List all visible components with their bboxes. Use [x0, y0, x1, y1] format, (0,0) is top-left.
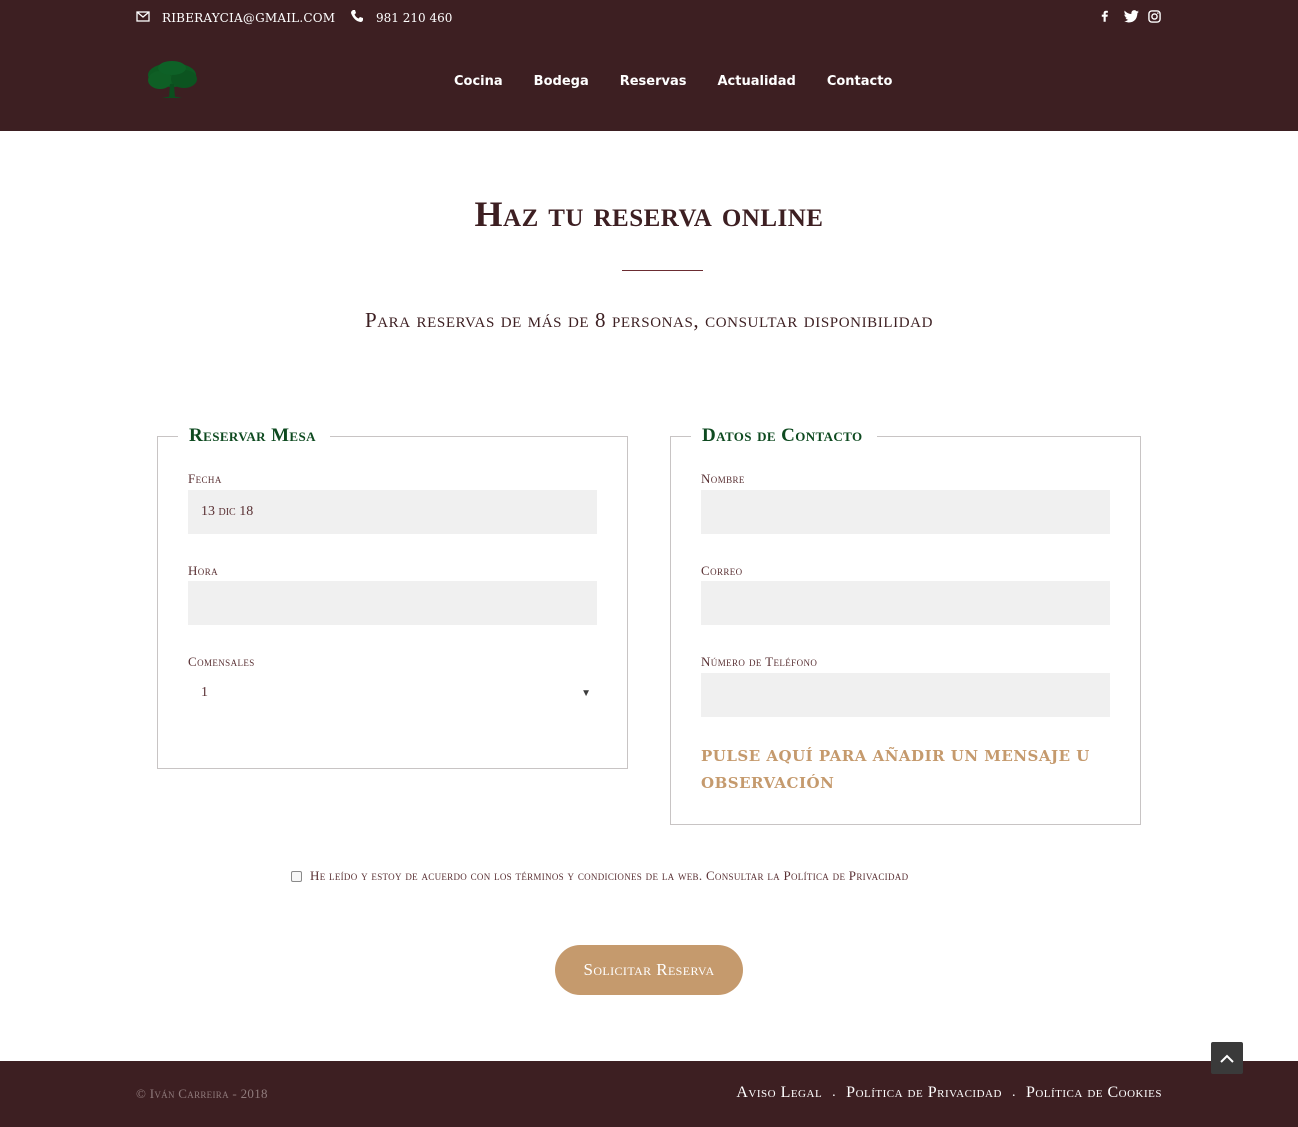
time-label: Hora	[188, 563, 218, 578]
nav-item-reservas[interactable]: Reservas	[620, 74, 687, 89]
reservation-fieldset: Reservar Mesa Fecha 13 dic 18 Hora Comen…	[157, 425, 628, 769]
terms-text[interactable]: He leído y estoy de acuerdo con los térm…	[310, 868, 908, 884]
add-message-link[interactable]: PULSE AQUÍ PARA AÑADIR UN MENSAJE U OBSE…	[701, 743, 1101, 797]
topbar-email-text[interactable]: RIBERAYCIA@GMAIL.COM	[162, 11, 335, 25]
footer-links: Aviso Legal . Política de Privacidad . P…	[736, 1084, 1162, 1102]
email-input[interactable]	[701, 581, 1110, 625]
footer-separator: .	[832, 1085, 837, 1100]
copyright: © Iván Carreira - 2018	[136, 1086, 268, 1101]
contact-fieldset: Datos de Contacto Nombre Correo Número d…	[670, 425, 1141, 825]
topbar-phone-text[interactable]: 981 210 460	[376, 11, 452, 25]
footer-link-privacidad[interactable]: Política de Privacidad	[846, 1084, 1002, 1102]
name-label: Nombre	[701, 471, 745, 486]
chevron-up-icon	[1220, 1049, 1234, 1068]
phone-icon	[350, 9, 364, 26]
phone-label: Número de Teléfono	[701, 654, 818, 669]
title-divider	[622, 270, 703, 271]
nav-item-cocina[interactable]: Cocina	[454, 74, 503, 89]
facebook-icon[interactable]	[1100, 8, 1114, 24]
social-links	[1100, 8, 1162, 24]
instagram-icon[interactable]	[1148, 8, 1162, 24]
nav-item-contacto[interactable]: Contacto	[827, 74, 893, 89]
nav-item-bodega[interactable]: Bodega	[534, 74, 589, 89]
twitter-icon[interactable]	[1124, 8, 1139, 24]
reservation-legend: Reservar Mesa	[178, 425, 330, 447]
email-label: Correo	[701, 563, 743, 578]
contact-legend: Datos de Contacto	[691, 425, 877, 447]
terms-row: He leído y estoy de acuerdo con los térm…	[291, 868, 908, 884]
guests-label: Comensales	[188, 654, 255, 669]
chevron-down-icon: ▼	[581, 687, 591, 699]
phone-input[interactable]	[701, 673, 1110, 717]
envelope-icon	[136, 9, 150, 26]
submit-reservation-button[interactable]: Solicitar Reserva	[555, 945, 743, 995]
terms-checkbox[interactable]	[291, 870, 302, 882]
topbar-phone[interactable]: 981 210 460	[350, 9, 452, 26]
time-input[interactable]	[188, 581, 597, 625]
footer-separator: .	[1011, 1085, 1016, 1100]
nav-item-actualidad[interactable]: Actualidad	[718, 74, 796, 89]
page-subtitle: Para reservas de más de 8 personas, cons…	[364, 308, 934, 332]
guests-select[interactable]: 1 ▼	[188, 673, 597, 713]
guests-select-value: 1	[201, 685, 208, 700]
main-nav: Cocina Bodega Reservas Actualidad Contac…	[454, 74, 892, 89]
site-header: RIBERAYCIA@GMAIL.COM 981 210 460 Cocina …	[0, 0, 1298, 131]
scroll-to-top-button[interactable]	[1211, 1042, 1243, 1074]
name-input[interactable]	[701, 490, 1110, 534]
date-input[interactable]: 13 dic 18	[188, 490, 597, 534]
footer-link-cookies[interactable]: Política de Cookies	[1026, 1084, 1162, 1102]
tree-logo[interactable]	[144, 58, 202, 102]
topbar-email[interactable]: RIBERAYCIA@GMAIL.COM	[136, 9, 335, 26]
date-label: Fecha	[188, 471, 222, 486]
site-footer: © Iván Carreira - 2018 Aviso Legal . Pol…	[0, 1061, 1298, 1127]
page-title: Haz tu reserva online	[474, 194, 824, 234]
footer-link-aviso-legal[interactable]: Aviso Legal	[736, 1084, 822, 1102]
